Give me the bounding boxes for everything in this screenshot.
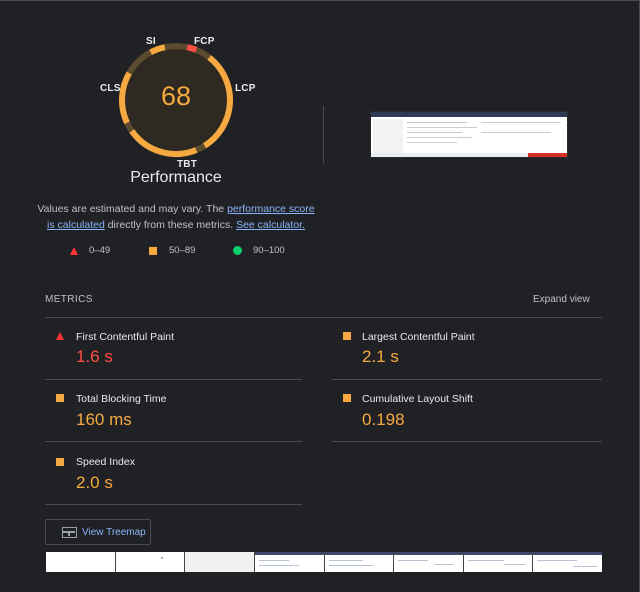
- gauge-label-si: SI: [146, 36, 156, 47]
- performance-title: Performance: [130, 169, 222, 186]
- lcp-average-square-icon: [343, 332, 351, 340]
- si-average-square-icon: [56, 458, 64, 466]
- view-treemap-label: View Treemap: [82, 527, 146, 538]
- filmstrip-frame: ^: [115, 552, 185, 572]
- lcp-metric-name: Largest Contentful Paint: [362, 331, 475, 343]
- performance-score: 68: [160, 81, 192, 111]
- vertical-divider: [323, 106, 324, 163]
- fcp-arc: [186, 44, 198, 53]
- metric-row-divider: [45, 441, 302, 442]
- metric-row-divider: [45, 504, 302, 505]
- tbt-metric-name: Total Blocking Time: [76, 393, 167, 405]
- score-description: Values are estimated and may vary. The p…: [36, 201, 316, 233]
- filmstrip-frame: [324, 552, 394, 572]
- treemap-icon: [62, 527, 77, 538]
- si-metric-value: 2.0 s: [76, 473, 113, 492]
- metric-row-divider: [332, 441, 602, 442]
- fcp-metric-value: 1.6 s: [76, 347, 113, 366]
- filmstrip-frame: [254, 552, 324, 572]
- gauge-label-fcp: FCP: [194, 36, 215, 47]
- legend-pass-range: 90–100: [253, 245, 285, 256]
- metric-row-divider: [332, 379, 602, 380]
- filmstrip-frame: [533, 552, 602, 572]
- filmstrip-frame: [394, 552, 463, 572]
- legend-average-range: 50–89: [169, 245, 196, 256]
- metrics-heading: METRICS: [45, 294, 93, 305]
- gauge-label-lcp: LCP: [235, 83, 256, 94]
- legend-fail-range: 0–49: [89, 245, 111, 256]
- cls-average-square-icon: [343, 394, 351, 402]
- tbt-metric-value: 160 ms: [76, 410, 132, 429]
- cls-metric-name: Cumulative Layout Shift: [362, 393, 473, 405]
- metric-row-divider: [45, 379, 302, 380]
- tbt-average-square-icon: [56, 394, 64, 402]
- top-border: [0, 0, 640, 1]
- see-calculator-link[interactable]: See calculator.: [236, 219, 305, 231]
- si-metric-name: Speed Index: [76, 456, 135, 468]
- filmstrip: ^: [46, 552, 602, 572]
- filmstrip-marker: ^: [160, 557, 164, 563]
- cls-metric-value: 0.198: [362, 410, 405, 429]
- final-screenshot-thumbnail[interactable]: [370, 111, 568, 158]
- metrics-divider: [45, 317, 602, 318]
- fcp-fail-triangle-icon: [56, 332, 64, 340]
- pass-circle-icon: [233, 246, 242, 255]
- filmstrip-frame: [463, 552, 533, 572]
- description-middle: directly from these metrics.: [104, 219, 237, 231]
- expand-view-toggle[interactable]: Expand view: [533, 294, 590, 305]
- fail-triangle-icon: [70, 247, 78, 255]
- lcp-metric-value: 2.1 s: [362, 347, 399, 366]
- filmstrip-frame: [46, 552, 115, 572]
- fcp-metric-name: First Contentful Paint: [76, 331, 175, 343]
- filmstrip-frame: [185, 552, 254, 572]
- description-prefix: Values are estimated and may vary. The: [37, 203, 228, 215]
- view-treemap-button[interactable]: View Treemap: [45, 519, 151, 545]
- average-square-icon: [149, 247, 157, 255]
